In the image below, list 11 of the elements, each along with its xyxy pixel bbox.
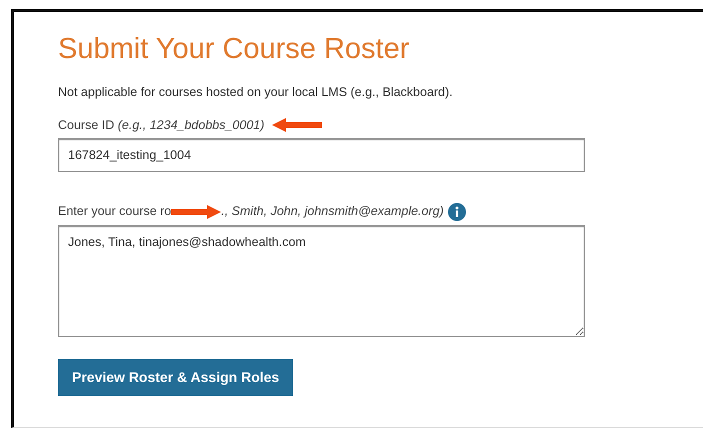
text-area[interactable]: Jones, Tina, tinajones@shadowhealth.com [58,225,585,338]
note-text: Not applicable for courses hosted on your local LMS (e.g., Blackboard). [58,84,454,101]
field-label: Course ID (e.g., 1234_bdobbs_0001) [58,116,264,134]
input-field[interactable]: 167824_itesting_1004 [58,138,585,172]
annotation-arrow [272,118,322,132]
preview-button[interactable]: Preview Roster & Assign Roles [58,359,294,396]
annotation-arrow [171,204,222,219]
field-label: Enter your course ro [58,203,172,220]
page-title: Submit Your Course Roster [58,32,410,67]
info-icon[interactable] [448,202,466,221]
field-label: ., Smith, John, johnsmith@example.org) [221,203,444,220]
